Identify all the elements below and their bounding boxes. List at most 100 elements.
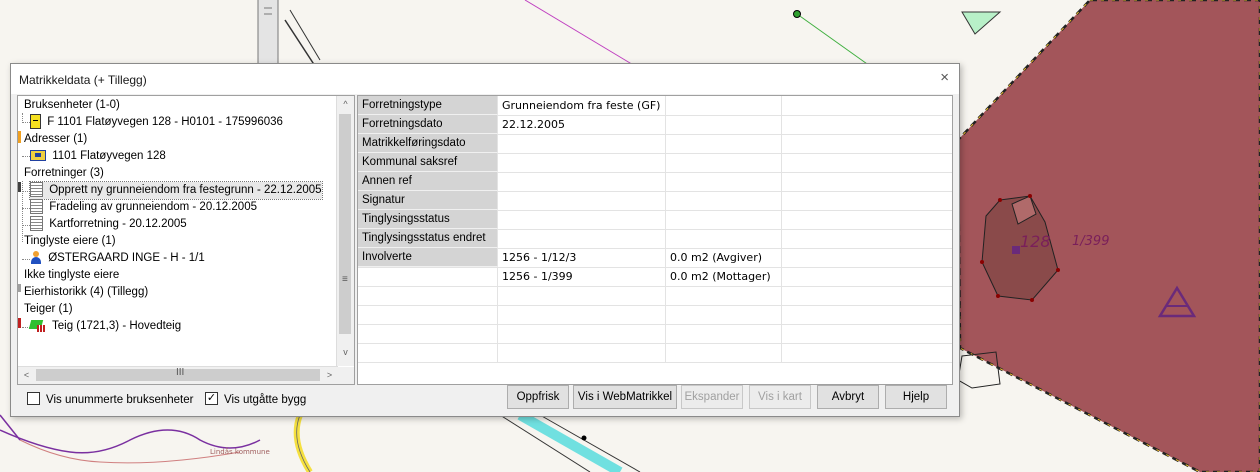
category-marker xyxy=(18,131,21,143)
checkmark-icon[interactable]: ✓ xyxy=(205,392,218,406)
grid-value xyxy=(666,153,782,172)
grid-value xyxy=(666,343,782,362)
grid-label xyxy=(358,343,498,362)
address-sign-icon xyxy=(30,150,46,162)
tree-node-ikke-tinglyste[interactable]: Ikke tinglyste eiere xyxy=(24,267,119,284)
grid-value xyxy=(498,305,666,324)
tree-node-label: Teig (1721,3) - Hovedteig xyxy=(52,320,182,332)
grid-value xyxy=(498,191,666,210)
matrikkeldata-dialog: Matrikkeldata (+ Tillegg) × Bruksenheter… xyxy=(10,63,960,417)
grid-label: Tinglysingsstatus endret xyxy=(358,229,498,248)
tree-node-tinglyste-eiere[interactable]: Tinglyste eiere (1) xyxy=(24,233,116,250)
tree-node-forretning-selected[interactable]: Opprett ny grunneiendom fra festegrunn -… xyxy=(29,181,323,200)
dialog-title: Matrikkeldata (+ Tillegg) xyxy=(19,73,147,87)
grid-value xyxy=(666,286,782,305)
grid-row[interactable]: Forretningstype Grunneiendom fra feste (… xyxy=(358,96,952,116)
grid-label xyxy=(358,305,498,324)
tree-node-forretning[interactable]: Kartforretning - 20.12.2005 xyxy=(30,216,187,233)
tree-node-eier[interactable]: ØSTERGAARD INGE - H - 1/1 xyxy=(30,250,205,267)
grid-value xyxy=(782,324,952,343)
tree-node-label: Kartforretning - 20.12.2005 xyxy=(49,218,187,230)
scroll-left-icon[interactable]: < xyxy=(18,367,35,384)
tree-node-adresser[interactable]: Adresser (1) xyxy=(24,131,87,148)
unit-icon xyxy=(30,114,41,130)
grid-row[interactable]: Tinglysingsstatus xyxy=(358,210,952,230)
grid-row[interactable] xyxy=(358,305,952,325)
document-icon xyxy=(30,182,43,198)
scroll-right-icon[interactable]: > xyxy=(321,367,338,384)
document-icon xyxy=(30,199,43,215)
grid-label: Forretningstype xyxy=(358,96,498,115)
checkbox-label: Vis unummerte bruksenheter xyxy=(46,394,194,406)
grip-icon: ≡ xyxy=(342,274,348,285)
tree-node-label: Opprett ny grunneiendom fra festegrunn -… xyxy=(49,184,322,196)
horizontal-scroll-thumb[interactable]: III xyxy=(36,367,320,381)
grid-value: 1256 - 1/399 xyxy=(498,267,666,286)
grid-value xyxy=(782,229,952,248)
tree-node-teig[interactable]: Teig (1721,3) - Hovedteig xyxy=(28,318,182,335)
details-grid[interactable]: Forretningstype Grunneiendom fra feste (… xyxy=(357,95,953,385)
dialog-titlebar[interactable]: Matrikkeldata (+ Tillegg) × xyxy=(11,64,959,94)
grid-value xyxy=(498,210,666,229)
tree-node-label: Fradeling av grunneiendom - 20.12.2005 xyxy=(49,201,257,213)
grid-value xyxy=(666,324,782,343)
grid-value xyxy=(666,96,782,115)
close-icon[interactable]: × xyxy=(940,69,949,86)
checkbox-box[interactable] xyxy=(27,392,40,406)
scroll-down-icon[interactable]: v xyxy=(337,344,354,361)
tree-node-bruksenhet[interactable]: F 1101 Flatøyvegen 128 - H0101 - 1759960… xyxy=(30,114,283,131)
grid-value xyxy=(666,305,782,324)
scroll-up-icon[interactable]: ^ xyxy=(337,96,354,113)
grid-value: 22.12.2005 xyxy=(498,115,666,134)
grid-value xyxy=(666,134,782,153)
grid-value xyxy=(666,229,782,248)
category-marker xyxy=(18,284,21,292)
grid-row[interactable] xyxy=(358,324,952,344)
tree-node-adresse[interactable]: 1101 Flatøyvegen 128 xyxy=(30,148,166,165)
tree-node-forretninger[interactable]: Forretninger (3) xyxy=(24,165,104,182)
help-button[interactable]: Hjelp xyxy=(885,385,947,409)
grid-value xyxy=(782,248,952,267)
grid-row[interactable]: Signatur xyxy=(358,191,952,211)
grid-row[interactable]: Kommunal saksref xyxy=(358,153,952,173)
grid-row[interactable]: Annen ref xyxy=(358,172,952,192)
expand-button[interactable]: Ekspander xyxy=(681,385,743,409)
document-icon xyxy=(30,216,43,232)
tree-node-teiger[interactable]: Teiger (1) xyxy=(24,301,73,318)
tree-vertical-scrollbar[interactable]: ^ ≡ v xyxy=(336,96,354,366)
grid-row[interactable] xyxy=(358,286,952,306)
grid-row[interactable] xyxy=(358,343,952,363)
grid-value xyxy=(782,172,952,191)
grid-value xyxy=(782,96,952,115)
tree-node-bruksenheter[interactable]: Bruksenheter (1-0) xyxy=(24,97,120,114)
parcel-icon xyxy=(28,319,46,332)
grid-value xyxy=(782,191,952,210)
grid-value xyxy=(666,115,782,134)
grid-label xyxy=(358,286,498,305)
show-in-map-button[interactable]: Vis i kart xyxy=(749,385,811,409)
cancel-button[interactable]: Avbryt xyxy=(817,385,879,409)
vertical-scroll-thumb[interactable]: ≡ xyxy=(339,114,351,334)
grid-value xyxy=(782,115,952,134)
grid-row[interactable]: 1256 - 1/399 0.0 m2 (Mottager) xyxy=(358,267,952,287)
grid-row[interactable]: Matrikkelføringsdato xyxy=(358,134,952,154)
grid-value xyxy=(782,267,952,286)
refresh-button[interactable]: Oppfrisk xyxy=(507,385,569,409)
tree-node-label: 1101 Flatøyvegen 128 xyxy=(52,150,166,162)
tree-horizontal-scrollbar[interactable]: < III > xyxy=(18,366,338,384)
grid-row[interactable]: Tinglysingsstatus endret xyxy=(358,229,952,249)
grip-icon: III xyxy=(176,367,185,378)
tree-node-label: F 1101 Flatøyvegen 128 - H0101 - 1759960… xyxy=(47,116,283,128)
tree-node-forretning[interactable]: Fradeling av grunneiendom - 20.12.2005 xyxy=(30,199,257,216)
grid-value xyxy=(666,210,782,229)
show-unnumbered-units-checkbox[interactable]: Vis unummerte bruksenheter xyxy=(27,392,193,408)
grid-row[interactable]: Involverte 1256 - 1/12/3 0.0 m2 (Avgiver… xyxy=(358,248,952,268)
grid-value xyxy=(666,191,782,210)
grid-row[interactable]: Forretningsdato 22.12.2005 xyxy=(358,115,952,135)
grid-value xyxy=(782,305,952,324)
tree-node-eierhistorikk[interactable]: Eierhistorikk (4) (Tillegg) xyxy=(24,284,148,301)
show-in-webmatrikkel-button[interactable]: Vis i WebMatrikkel xyxy=(573,385,677,409)
person-icon xyxy=(30,250,42,265)
property-tree[interactable]: Bruksenheter (1-0) F 1101 Flatøyvegen 12… xyxy=(17,95,355,385)
show-expired-buildings-checkbox[interactable]: ✓ Vis utgåtte bygg xyxy=(205,392,306,408)
